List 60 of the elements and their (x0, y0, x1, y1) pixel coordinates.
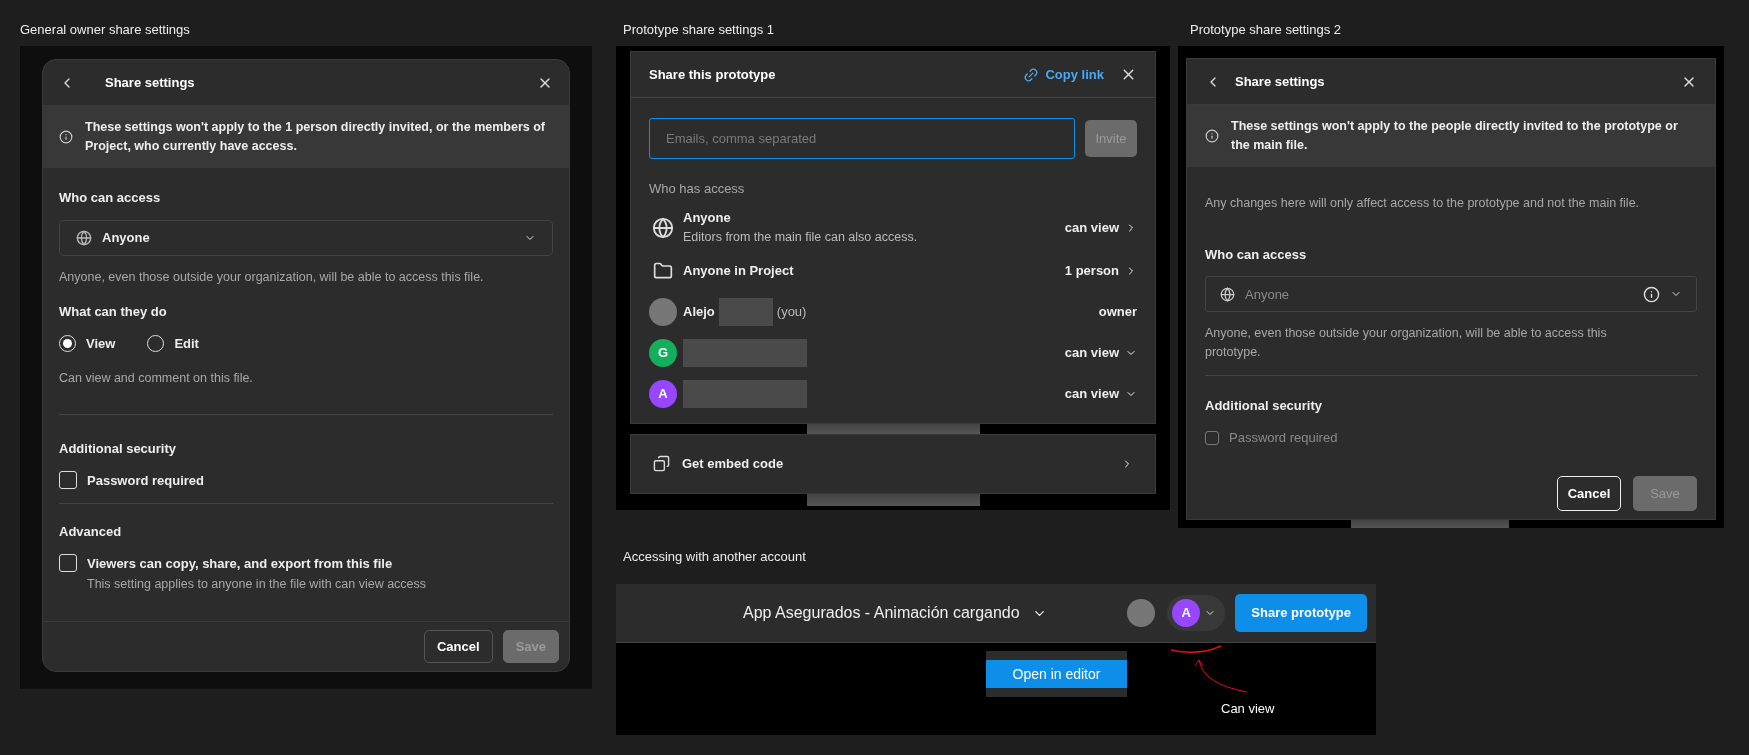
info-icon (1205, 129, 1219, 143)
dialog-title: Share settings (1235, 72, 1325, 91)
globe-icon (76, 229, 92, 246)
info-text: These settings won't apply to the 1 person directly invited, or the members of Project, who currently have access. (85, 119, 546, 155)
account-switcher[interactable]: A (1167, 595, 1226, 631)
email-input-field[interactable]: Emails, comma separated (649, 118, 1075, 159)
entry-name: Anyone in Project (683, 262, 794, 281)
you-label: (you) (776, 303, 807, 322)
hint-text: Any changes here will only affect access to the prototype and not the main file. (1205, 195, 1641, 212)
role-selector[interactable]: 1 person (1064, 261, 1137, 281)
entry-name: Anyone (683, 209, 731, 228)
avatar: A (649, 380, 677, 408)
avatar-photo (1127, 599, 1156, 627)
radio-label: Edit (174, 334, 199, 353)
section-heading: What can they do (59, 303, 168, 322)
dialog-title: Share settings (105, 73, 195, 92)
avatar-photo (649, 298, 677, 326)
section-heading: Additional security (1205, 397, 1324, 416)
cancel-button[interactable]: Cancel (424, 629, 493, 664)
globe-icon (652, 216, 674, 239)
embed-code-row[interactable]: Get embed code (630, 433, 1156, 494)
globe-icon (1220, 286, 1235, 302)
dropdown-value: Anyone (1245, 285, 1290, 304)
info-text: These settings won't apply to the people directly invited to the prototype or the main file. (1231, 118, 1679, 154)
role-selector[interactable]: owner (1098, 302, 1137, 322)
file-title-menu[interactable]: App Asegurados - Animación cargando (743, 601, 1047, 625)
frame-label: Prototype share settings 2 (1189, 21, 1343, 39)
section-heading: Advanced (59, 523, 123, 541)
section-heading: Who has access (649, 180, 746, 198)
entry-detail: Editors from the main file can also access. (683, 228, 918, 246)
entry-name: Alejo (683, 303, 715, 322)
role-selector[interactable]: can view (1064, 217, 1137, 238)
section-heading: Who can access (1205, 245, 1308, 264)
role-selector[interactable]: can view (1064, 343, 1137, 363)
frame-label: General owner share settings (20, 21, 191, 39)
copy-icon (653, 455, 670, 472)
info-icon (1643, 285, 1660, 303)
avatar: A (1172, 599, 1201, 627)
role-selector[interactable]: can view (1064, 384, 1137, 404)
checkbox-label: Password required (87, 471, 205, 490)
access-dropdown[interactable]: Anyone (59, 219, 553, 256)
checkbox-label: Viewers can copy, share, and export from this file (87, 554, 393, 573)
dropdown-value: Anyone (102, 228, 150, 247)
frame-label: Prototype share settings 1 (622, 21, 776, 39)
section-heading: Additional security (59, 440, 178, 458)
copy-link-button[interactable]: Copy link (1023, 64, 1104, 85)
checkbox-label: Password required (1229, 428, 1338, 447)
info-icon (59, 130, 73, 144)
radio-label: View (86, 334, 116, 353)
frame-label: Accessing with another account (622, 548, 807, 566)
dialog-title: Share this prototype (649, 65, 776, 84)
hint-text: Anyone, even those outside your organization, will be able to access this prototype. (1205, 325, 1608, 362)
folder-icon (653, 261, 673, 281)
hint-text: Anyone, even those outside your organization, will be able to access this file. (59, 268, 485, 286)
hint-text: This setting applies to anyone in the file with can view access (87, 576, 428, 593)
hint-text: Can view and comment on this file. (59, 370, 254, 388)
annotation-text: Can view (1221, 700, 1275, 718)
section-heading: Who can access (59, 189, 162, 207)
avatar: G (649, 339, 677, 367)
cancel-button[interactable]: Cancel (1557, 476, 1621, 512)
